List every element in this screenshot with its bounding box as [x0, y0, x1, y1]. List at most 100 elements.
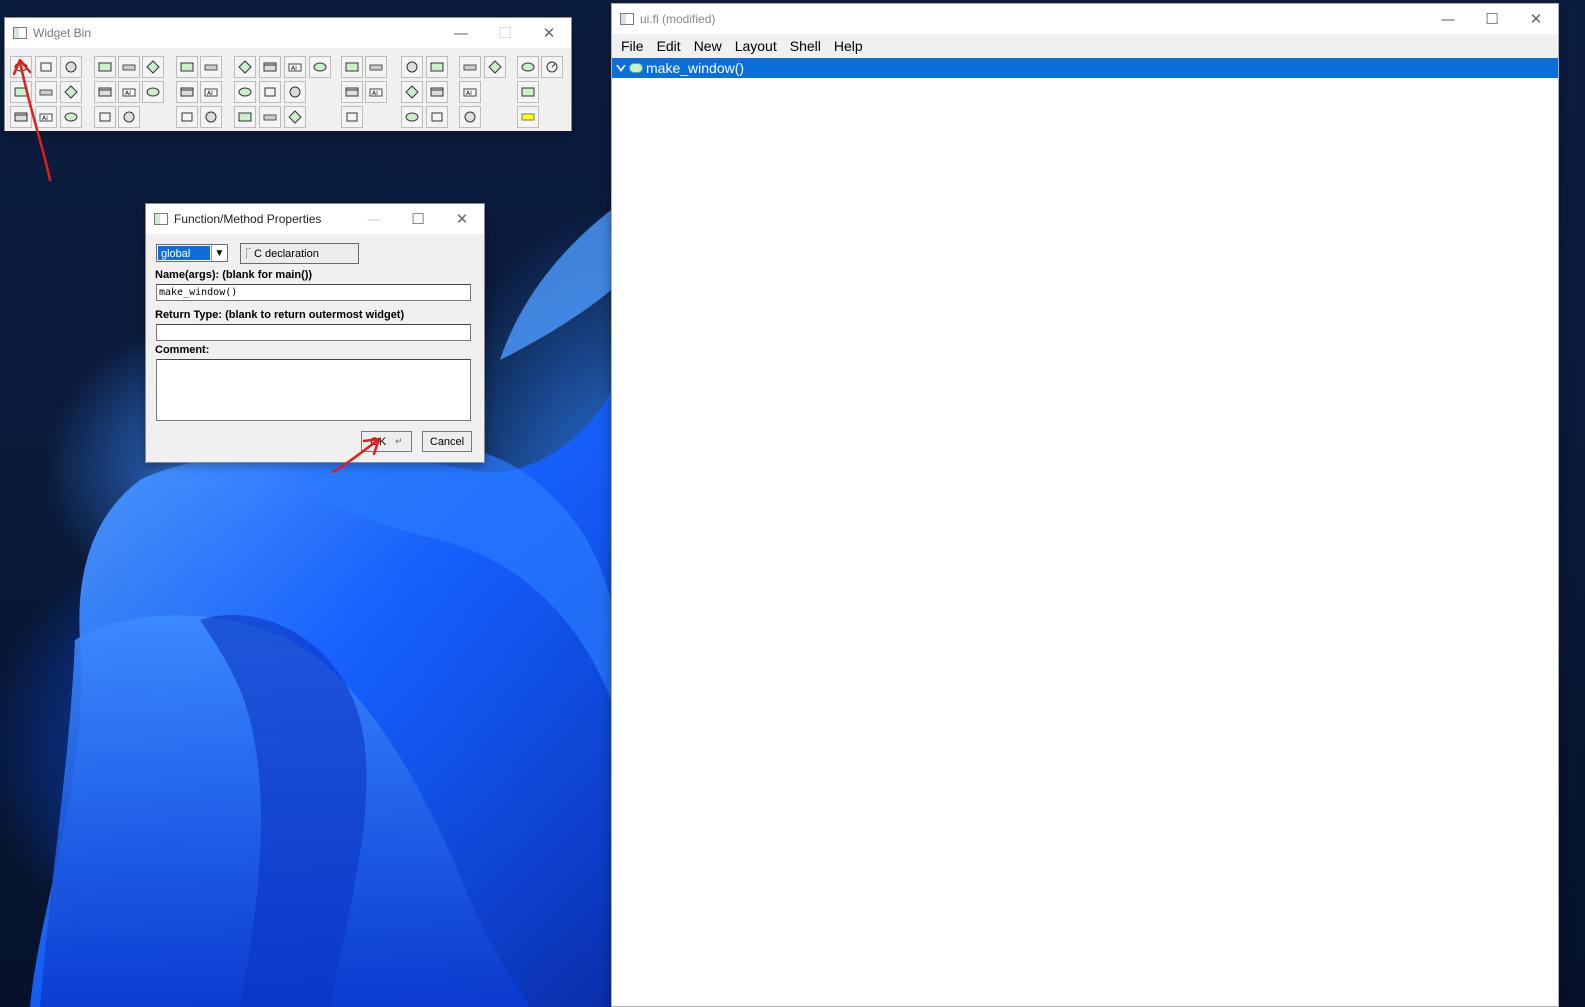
menu-shell[interactable]: Shell: [790, 38, 821, 54]
widget-tool-button[interactable]: [401, 56, 423, 78]
widget-tool-button[interactable]: [176, 106, 198, 128]
widget-tool-button[interactable]: [259, 106, 281, 128]
widget-tool-button[interactable]: [426, 106, 448, 128]
cancel-label: Cancel: [429, 435, 465, 448]
ok-button[interactable]: OK ↵: [361, 431, 412, 452]
maximize-button[interactable]: ☐: [1470, 4, 1514, 34]
widget-type-icon: [98, 62, 112, 72]
widget-tool-button[interactable]: [10, 81, 32, 103]
widget-tool-button[interactable]: [142, 81, 164, 103]
widget-type-icon: [98, 87, 112, 97]
widget-tool-button[interactable]: [200, 56, 222, 78]
widget-tool-button[interactable]: [10, 56, 32, 78]
widget-tool-button[interactable]: [60, 56, 82, 78]
widget-tool-button[interactable]: [176, 81, 198, 103]
widget-tool-button[interactable]: [234, 106, 256, 128]
widget-tool-button[interactable]: [10, 106, 32, 128]
minimize-button[interactable]: —: [1426, 4, 1470, 34]
widget-tree[interactable]: make_window(): [612, 58, 1558, 1006]
c-declaration-toggle[interactable]: C declaration: [240, 243, 359, 264]
menu-new[interactable]: New: [694, 38, 722, 54]
widget-bin-titlebar[interactable]: Widget Bin — ☐ ✕: [5, 18, 571, 48]
widget-tool-button[interactable]: [401, 81, 423, 103]
widget-tool-button[interactable]: [118, 56, 140, 78]
widget-tool-button[interactable]: [142, 56, 164, 78]
widget-tool-button[interactable]: AI: [284, 56, 306, 78]
widget-tool-button[interactable]: [426, 81, 448, 103]
widget-tool-button[interactable]: [259, 81, 281, 103]
widget-type-icon: AI: [122, 88, 136, 97]
widget-tool-button[interactable]: AI: [118, 81, 140, 103]
maximize-button[interactable]: ☐: [396, 204, 440, 234]
widget-tool-button[interactable]: [234, 56, 256, 78]
widget-type-icon: [289, 86, 301, 98]
widget-tool-button[interactable]: [309, 56, 331, 78]
minimize-button[interactable]: —: [439, 18, 483, 48]
app-icon: [620, 13, 634, 25]
widget-type-icon: [204, 64, 218, 71]
widget-tool-button[interactable]: [118, 106, 140, 128]
widget-tool-button[interactable]: [341, 56, 363, 78]
name-label: Name(args): (blank for main()): [155, 269, 313, 281]
widget-type-icon: [405, 85, 419, 99]
widget-tool-button[interactable]: [517, 81, 539, 103]
widget-tool-button[interactable]: AI: [459, 81, 481, 103]
widget-tool-button[interactable]: [200, 106, 222, 128]
widget-tool-button[interactable]: [459, 106, 481, 128]
widget-type-icon: [238, 112, 252, 122]
widget-tool-button[interactable]: [459, 56, 481, 78]
widget-tool-button[interactable]: [259, 56, 281, 78]
widget-tool-button[interactable]: [94, 106, 116, 128]
return-type-input[interactable]: [156, 324, 471, 341]
widget-tool-button[interactable]: [401, 106, 423, 128]
menu-file[interactable]: File: [621, 38, 644, 54]
widget-tool-button[interactable]: [35, 81, 57, 103]
svg-text:AI: AI: [207, 90, 213, 97]
tree-item-make-window[interactable]: make_window(): [612, 58, 1558, 78]
widget-tool-button[interactable]: [284, 106, 306, 128]
widget-tool-button[interactable]: [365, 56, 387, 78]
scope-select[interactable]: global ▼: [156, 244, 228, 262]
menu-layout[interactable]: Layout: [735, 38, 777, 54]
cancel-button[interactable]: Cancel: [422, 431, 472, 452]
dialog-titlebar[interactable]: Function/Method Properties — ☐ ✕: [146, 204, 484, 234]
widget-type-icon: [430, 62, 444, 72]
name-input[interactable]: make_window(): [156, 284, 471, 301]
widget-tool-button[interactable]: [234, 81, 256, 103]
main-titlebar[interactable]: ui.fl (modified) — ☐ ✕: [612, 4, 1558, 34]
widget-tool-button[interactable]: AI: [365, 81, 387, 103]
close-button[interactable]: ✕: [527, 18, 571, 48]
chevron-down-icon[interactable]: ▼: [211, 245, 227, 261]
main-window-title: ui.fl (modified): [640, 12, 716, 26]
widget-type-icon: [14, 112, 28, 122]
widget-tool-button[interactable]: [341, 106, 363, 128]
widget-tool-button[interactable]: [341, 81, 363, 103]
svg-text:AI: AI: [125, 90, 131, 97]
widget-tool-button[interactable]: [284, 81, 306, 103]
menu-help[interactable]: Help: [834, 38, 863, 54]
widget-tool-button[interactable]: [35, 56, 57, 78]
scope-value: global: [158, 246, 210, 260]
widget-tool-button[interactable]: [426, 56, 448, 78]
widget-tool-button[interactable]: [517, 106, 539, 128]
widget-tool-button[interactable]: [60, 81, 82, 103]
widget-tool-button[interactable]: [517, 56, 539, 78]
widget-tool-button[interactable]: [541, 56, 563, 78]
widget-tool-button[interactable]: [94, 81, 116, 103]
widget-tool-button[interactable]: AI: [200, 81, 222, 103]
widget-tool-button[interactable]: [94, 56, 116, 78]
close-button[interactable]: ✕: [1514, 4, 1558, 34]
minimize-button: —: [366, 210, 382, 228]
ui-fl-window: ui.fl (modified) — ☐ ✕ File Edit New Lay…: [611, 3, 1559, 1007]
widget-type-icon: [14, 62, 28, 72]
widget-tool-button[interactable]: [484, 56, 506, 78]
widget-tool-button[interactable]: [176, 56, 198, 78]
widget-type-icon: [238, 60, 252, 74]
close-button[interactable]: ✕: [440, 204, 484, 234]
widget-tool-button[interactable]: AI: [35, 106, 57, 128]
widget-type-icon: [521, 62, 535, 72]
widget-type-icon: [263, 114, 277, 121]
comment-textarea[interactable]: [156, 359, 471, 421]
menu-edit[interactable]: Edit: [657, 38, 681, 54]
widget-tool-button[interactable]: [60, 106, 82, 128]
